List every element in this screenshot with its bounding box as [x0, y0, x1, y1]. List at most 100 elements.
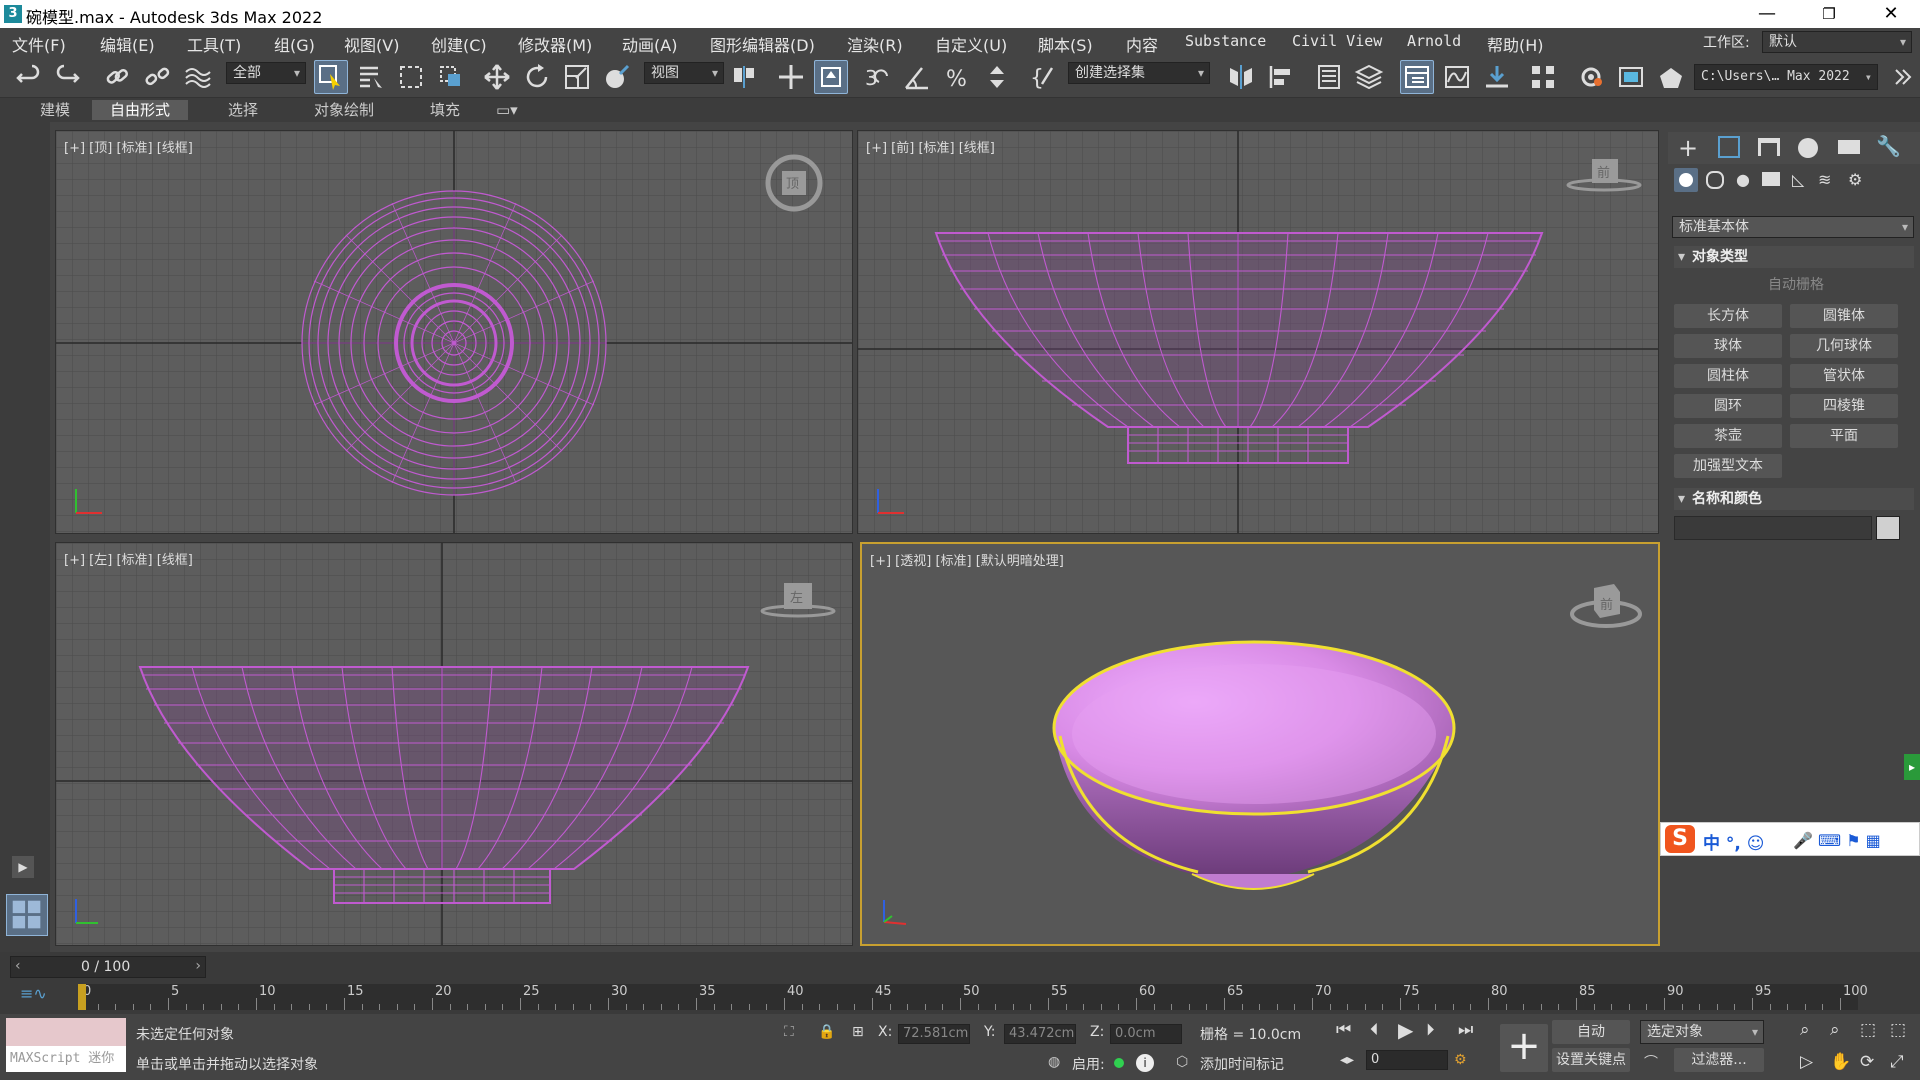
menu-group[interactable]: 组(G) [274, 32, 315, 56]
zoom-all-icon[interactable]: ⌕ [1830, 1020, 1840, 1040]
maxscript-mini-input[interactable]: MAXScript 迷你 [6, 1046, 126, 1072]
helpers-icon[interactable]: ◺ [1792, 170, 1804, 189]
zoom-extents-icon[interactable]: ⬚ [1860, 1020, 1876, 1040]
minimize-button[interactable]: — [1738, 0, 1796, 28]
menu-content[interactable]: 内容 [1126, 32, 1158, 56]
menu-modifiers[interactable]: 修改器(M) [518, 32, 592, 56]
add-time-tag[interactable]: 添加时间标记 [1200, 1054, 1284, 1074]
systems-icon[interactable]: ⚙ [1848, 170, 1862, 189]
close-button[interactable]: ✕ [1862, 0, 1920, 28]
timeline-current-frame-marker[interactable] [78, 984, 86, 1010]
cone-button[interactable]: 圆锥体 [1790, 304, 1898, 328]
autogrid-checkbox[interactable]: 自动栅格 [1768, 274, 1824, 294]
viewport-top[interactable]: [+] [顶] [标准] [线框] 顶 [55, 130, 853, 534]
reference-coord-dropdown[interactable]: 视图 [644, 62, 724, 84]
redo-icon[interactable] [50, 60, 84, 94]
tab-selection[interactable]: 选择 [210, 100, 276, 120]
viewcube-top[interactable]: 顶 [764, 153, 824, 213]
ime-mode-text[interactable]: 中 °, ☺ [1703, 829, 1765, 854]
slider-next-icon[interactable]: › [195, 958, 201, 974]
mirror-icon[interactable] [1224, 60, 1258, 94]
utilities-tab-icon[interactable]: 🔧 [1876, 134, 1901, 158]
key-tangent-icon[interactable]: ⌒ [1644, 1052, 1658, 1072]
pan-icon[interactable]: ✋ [1830, 1052, 1851, 1072]
box-button[interactable]: 长方体 [1674, 304, 1782, 328]
auto-key-button[interactable]: 自动 [1552, 1020, 1630, 1044]
set-key-icon[interactable]: + [1500, 1024, 1548, 1072]
set-key-button[interactable]: 设置关键点 [1552, 1048, 1630, 1072]
spinner-snap-icon[interactable] [980, 60, 1014, 94]
viewport-front-label[interactable]: [+] [前] [标准] [线框] [866, 137, 995, 156]
maximize-button[interactable]: ❐ [1800, 0, 1858, 28]
current-frame-field[interactable]: 0 [1366, 1050, 1448, 1070]
key-filters-button[interactable]: 过滤器... [1674, 1048, 1764, 1072]
percent-snap-icon[interactable]: % [940, 60, 974, 94]
expand-play-icon[interactable]: ▶ [12, 856, 34, 878]
maximize-viewport-icon[interactable]: ⤢ [1890, 1052, 1904, 1072]
sphere-button[interactable]: 球体 [1674, 334, 1782, 358]
pivot-center-icon[interactable] [728, 60, 762, 94]
viewport-perspective-label[interactable]: [+] [透视] [标准] [默认明暗处理] [870, 550, 1064, 569]
scene-explorer-icon[interactable] [1312, 60, 1346, 94]
geometry-icon[interactable] [1674, 168, 1698, 192]
key-mode-icon[interactable]: ◂▸ [1340, 1052, 1354, 1068]
angle-snap-icon[interactable] [900, 60, 934, 94]
menu-substance[interactable]: Substance [1185, 32, 1266, 50]
category-dropdown[interactable]: 标准基本体 [1672, 216, 1914, 238]
window-crossing-icon[interactable] [434, 60, 468, 94]
ime-tools-icons[interactable]: 🎤 ⌨ ⚑ ▦ [1793, 831, 1881, 850]
create-tab-icon[interactable]: + [1678, 134, 1698, 162]
undo-icon[interactable] [12, 60, 46, 94]
select-by-name-icon[interactable] [354, 60, 388, 94]
tube-button[interactable]: 管状体 [1790, 364, 1898, 388]
modify-tab-icon[interactable] [1718, 136, 1740, 158]
viewport-left[interactable]: [+] [左] [标准] [线框] 左 [55, 542, 853, 946]
rotate-icon[interactable] [520, 60, 554, 94]
menu-graph-editors[interactable]: 图形编辑器(D) [710, 32, 815, 56]
viewport-front[interactable]: [+] [前] [标准] [线框] 前 [857, 130, 1659, 534]
orbit-icon[interactable]: ⟳ [1860, 1052, 1874, 1072]
slider-prev-icon[interactable]: ‹ [15, 958, 21, 974]
toolbar-expand-icon[interactable] [1886, 60, 1920, 94]
prev-frame-icon[interactable]: ⏴ [1370, 1020, 1379, 1040]
menu-customize[interactable]: 自定义(U) [935, 32, 1007, 56]
select-manipulate-icon[interactable] [774, 60, 808, 94]
track-bar[interactable]: 0 5 10 15 20 25 30 35 40 45 50 55 60 65 70 75 80 85 90 95 10… [78, 984, 1868, 1010]
ribbon-options-icon[interactable]: ▭▾ [486, 100, 528, 120]
key-filter-dropdown[interactable]: 选定对象 [1640, 1020, 1764, 1044]
object-name-input[interactable] [1674, 516, 1872, 540]
schematic-view-icon[interactable] [1480, 60, 1514, 94]
time-config-icon[interactable]: ⚙ [1454, 1052, 1467, 1068]
spacewarps-icon[interactable]: ≋ [1818, 170, 1831, 189]
rendered-frame-window-icon[interactable] [1614, 60, 1648, 94]
object-color-swatch[interactable] [1876, 516, 1900, 540]
cameras-icon[interactable] [1762, 172, 1780, 186]
named-selection-dropdown[interactable]: 创建选择集 [1068, 62, 1210, 84]
select-object-icon[interactable] [314, 60, 348, 94]
isolate-icon[interactable]: ⛶ [784, 1024, 794, 1040]
info-icon[interactable]: i [1136, 1054, 1154, 1072]
material-editor-icon[interactable] [1526, 60, 1560, 94]
workspace-dropdown[interactable]: 默认 [1762, 31, 1912, 53]
mini-curve-editor-icon[interactable]: ≡∿ [20, 984, 50, 1008]
time-slider[interactable]: ‹ 0 / 100 › [10, 956, 206, 978]
viewport-layout-icon[interactable] [6, 894, 48, 936]
absolute-mode-icon[interactable]: ⊞ [852, 1024, 864, 1040]
time-tag-icon[interactable]: ⬡ [1176, 1054, 1188, 1070]
menu-tools[interactable]: 工具(T) [187, 32, 241, 56]
bind-spacewarp-icon[interactable] [180, 60, 214, 94]
viewport-perspective[interactable]: [+] [透视] [标准] [默认明暗处理] 前 [860, 542, 1660, 946]
goto-end-icon[interactable]: ⏭ [1458, 1020, 1473, 1040]
tab-object-paint[interactable]: 对象绘制 [296, 100, 392, 120]
project-path-dropdown[interactable]: C:\Users\… Max 2022 [1694, 64, 1878, 90]
object-type-rollout[interactable]: 对象类型 [1674, 246, 1914, 268]
y-coordinate-field[interactable]: 43.472cm [1004, 1024, 1076, 1044]
torus-button[interactable]: 圆环 [1674, 394, 1782, 418]
cylinder-button[interactable]: 圆柱体 [1674, 364, 1782, 388]
motion-tab-icon[interactable] [1798, 138, 1818, 158]
menu-edit[interactable]: 编辑(E) [100, 32, 155, 56]
next-frame-icon[interactable]: ⏵ [1426, 1020, 1435, 1040]
render-production-icon[interactable] [1654, 60, 1688, 94]
viewport-left-label[interactable]: [+] [左] [标准] [线框] [64, 549, 193, 568]
menu-civil-view[interactable]: Civil View [1292, 32, 1382, 50]
